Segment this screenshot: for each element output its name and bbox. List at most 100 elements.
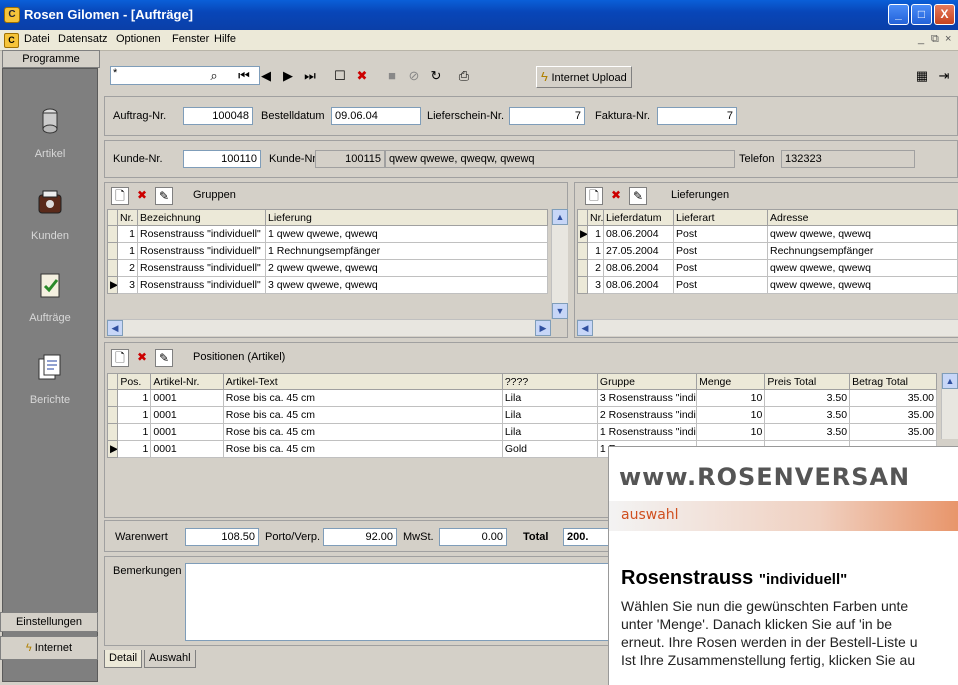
scroll-down-icon[interactable]: ▼ xyxy=(552,303,568,319)
auftrag-field[interactable]: 100048 xyxy=(183,107,253,125)
column-header[interactable]: Nr. xyxy=(117,209,138,226)
internet-upload-button[interactable]: ϟ Internet Upload xyxy=(536,66,632,88)
internet-button[interactable]: ϟ Internet xyxy=(0,636,98,660)
faktura-field[interactable]: 7 xyxy=(657,107,737,125)
column-header[interactable]: Bezeichnung xyxy=(137,209,266,226)
menu-optionen[interactable]: Optionen xyxy=(116,33,161,45)
table-row[interactable]: 2 Rosenstrauss "individuell" 2 qwew qwewe,… xyxy=(107,259,548,277)
scroll-left-icon[interactable]: ◀ xyxy=(107,320,123,336)
cancel-record-icon[interactable]: ⊘ xyxy=(404,67,424,85)
settings-button[interactable]: Einstellungen xyxy=(0,612,98,632)
porto-field[interactable]: 92.00 xyxy=(323,528,397,546)
website-heading: Rosenstrauss "individuell" xyxy=(621,567,848,589)
column-header[interactable]: Artikel-Text xyxy=(222,373,503,390)
column-header[interactable]: Pos. xyxy=(117,373,152,390)
tab-detail[interactable]: Detail xyxy=(104,650,143,668)
maximize-button[interactable]: □ xyxy=(911,4,932,25)
save-record-icon[interactable]: ■ xyxy=(382,67,402,85)
website-nav-bar: auswahl xyxy=(609,501,958,531)
mdi-close-icon[interactable]: × xyxy=(945,33,951,45)
new-record-icon[interactable]: ☐ xyxy=(330,67,350,85)
column-header[interactable]: Adresse xyxy=(767,209,958,226)
edit-icon[interactable]: ✎ xyxy=(155,187,173,205)
website-banner: www.ROSENVERSAN xyxy=(619,463,911,491)
horizontal-scrollbar[interactable]: ◀ xyxy=(577,319,958,336)
column-header[interactable]: Lieferdatum xyxy=(603,209,674,226)
lieferschein-label: Lieferschein-Nr. xyxy=(427,110,505,122)
sidebar-item-kunden[interactable]: Kunden xyxy=(3,187,97,242)
menu-hilfe[interactable]: Hilfe xyxy=(214,33,236,45)
sidebar-item-berichte[interactable]: Berichte xyxy=(3,351,97,406)
column-header[interactable]: Preis Total xyxy=(764,373,851,390)
table-row[interactable]: ▶ 1 08.06.2004 Post qwew qwewe, qwewq xyxy=(577,225,958,243)
title-bar: C Rosen Gilomen - [Aufträge] _ □ X xyxy=(0,0,958,30)
sidebar-header[interactable]: Programme xyxy=(2,50,100,68)
table-row[interactable]: 1 Rosenstrauss "individuell" 1 qwew qwewe,… xyxy=(107,225,548,243)
new-icon[interactable]: 🗋 xyxy=(111,349,129,367)
table-row[interactable]: 3 08.06.2004 Post qwew qwewe, qwewq xyxy=(577,276,958,294)
last-record-icon[interactable]: ⏭ xyxy=(300,67,320,85)
column-header[interactable]: ???? xyxy=(501,373,598,390)
vertical-scrollbar[interactable]: ▲ ▼ xyxy=(551,209,568,319)
column-header[interactable]: Nr. xyxy=(587,209,604,226)
table-row[interactable]: 1 0001 Rose bis ca. 45 cm Lila 3 Rosenstraus… xyxy=(106,389,937,407)
sidebar-item-auftraege[interactable]: Aufträge xyxy=(3,269,97,324)
new-icon[interactable]: 🗋 xyxy=(585,187,603,205)
table-row[interactable]: ▶ 3 Rosenstrauss "individuell" 3 qwew qwewe… xyxy=(107,276,548,294)
delete-record-icon[interactable]: ✖ xyxy=(352,67,372,85)
table-row[interactable]: 1 Rosenstrauss "individuell" 1 Rechnungsem… xyxy=(107,242,548,260)
new-icon[interactable]: 🗋 xyxy=(111,187,129,205)
column-header[interactable]: Lieferung xyxy=(265,209,548,226)
scroll-right-icon[interactable]: ▶ xyxy=(535,320,551,336)
lieferungen-panel: 🗋 ✖ ✎ Lieferungen Nr. Lieferdatum Liefer… xyxy=(574,182,958,338)
porto-label: Porto/Verp. xyxy=(265,531,321,543)
gruppen-table: Nr. Bezeichnung Lieferung 1 Rosenstrauss … xyxy=(107,209,548,294)
print-icon[interactable]: ⎙ xyxy=(454,67,474,85)
customer-name-field: qwew qwewe, qweqw, qwewq xyxy=(385,150,735,168)
window-title: Rosen Gilomen - [Aufträge] xyxy=(24,7,194,22)
mdi-minimize-icon[interactable]: _ xyxy=(918,33,924,45)
horizontal-scrollbar[interactable]: ◀ ▶ xyxy=(107,319,551,336)
grid-view-icon[interactable]: ▦ xyxy=(912,67,932,85)
column-header[interactable]: Menge xyxy=(696,373,766,390)
scroll-up-icon[interactable]: ▲ xyxy=(552,209,568,225)
kunde-field[interactable]: 100110 xyxy=(183,150,261,168)
column-header[interactable]: Artikel-Nr. xyxy=(150,373,224,390)
table-row[interactable]: 1 0001 Rose bis ca. 45 cm Lila 1 Rosenstraus… xyxy=(106,423,937,441)
delete-icon[interactable]: ✖ xyxy=(133,187,151,205)
binoculars-icon[interactable]: ⌕ xyxy=(204,67,224,85)
exit-icon[interactable]: ⇥ xyxy=(934,67,954,85)
vertical-scrollbar[interactable]: ▲ xyxy=(941,373,958,439)
close-button[interactable]: X xyxy=(934,4,955,25)
first-record-icon[interactable]: ⏮ xyxy=(234,67,254,85)
bestelldatum-field[interactable]: 09.06.04 xyxy=(331,107,421,125)
lieferschein-field[interactable]: 7 xyxy=(509,107,585,125)
table-row[interactable]: 1 0001 Rose bis ca. 45 cm Lila 2 Rosenstraus… xyxy=(106,406,937,424)
table-row[interactable]: 1 27.05.2004 Post Rechnungsempfänger xyxy=(577,242,958,260)
current-row-icon: ▶ xyxy=(577,225,588,243)
scroll-up-icon[interactable]: ▲ xyxy=(942,373,958,389)
app-menu-icon[interactable]: C xyxy=(4,33,19,48)
sidebar-item-artikel[interactable]: Artikel xyxy=(3,105,97,160)
column-header[interactable]: Gruppe xyxy=(596,373,698,390)
prev-record-icon[interactable]: ◀ xyxy=(256,67,276,85)
column-header[interactable]: Betrag Total xyxy=(849,373,937,390)
scroll-left-icon[interactable]: ◀ xyxy=(577,320,593,336)
delete-icon[interactable]: ✖ xyxy=(133,349,151,367)
telefon-field: 132323 xyxy=(781,150,915,168)
next-record-icon[interactable]: ▶ xyxy=(278,67,298,85)
table-row[interactable]: 2 08.06.2004 Post qwew qwewe, qwewq xyxy=(577,259,958,277)
menu-fenster[interactable]: Fenster xyxy=(172,33,209,45)
menu-datensatz[interactable]: Datensatz xyxy=(58,33,108,45)
column-header[interactable]: Lieferart xyxy=(673,209,768,226)
delete-icon[interactable]: ✖ xyxy=(607,187,625,205)
reports-icon xyxy=(38,354,61,380)
edit-icon[interactable]: ✎ xyxy=(629,187,647,205)
edit-icon[interactable]: ✎ xyxy=(155,349,173,367)
menu-bar: C Datei Datensatz Optionen Fenster Hilfe… xyxy=(0,30,958,51)
refresh-icon[interactable]: ↻ xyxy=(426,67,446,85)
minimize-button[interactable]: _ xyxy=(888,4,909,25)
mdi-restore-icon[interactable]: ⧉ xyxy=(931,33,939,46)
tab-auswahl[interactable]: Auswahl xyxy=(144,650,196,668)
menu-datei[interactable]: Datei xyxy=(24,33,50,45)
